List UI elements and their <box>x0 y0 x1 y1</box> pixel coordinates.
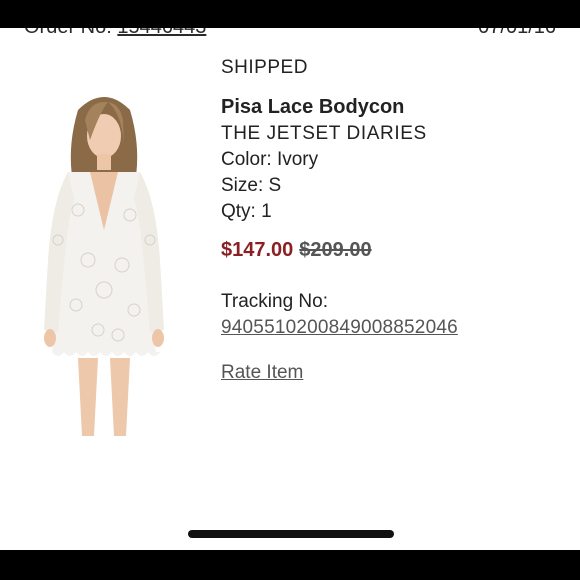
original-price: $209.00 <box>299 239 372 261</box>
tracking-number-link[interactable]: 9405510200849008852046 <box>221 317 458 339</box>
price-row: $147.00 $209.00 <box>221 239 372 262</box>
product-brand: THE JETSET DIARIES <box>221 123 427 144</box>
order-date: 07/01/16 <box>478 28 556 39</box>
rate-item-link[interactable]: Rate Item <box>221 362 303 384</box>
order-item-screen: Order No: 15446443 07/01/16 <box>0 28 580 550</box>
order-header-row: Order No: 15446443 07/01/16 <box>0 28 580 40</box>
home-indicator[interactable] <box>188 530 394 538</box>
product-size: Size: S <box>221 175 282 196</box>
order-number-line: Order No: 15446443 <box>24 28 206 39</box>
product-image[interactable] <box>38 90 170 440</box>
product-color: Color: Ivory <box>221 149 319 170</box>
order-number-label: Order No: <box>24 28 112 38</box>
tracking-label: Tracking No: <box>221 291 328 312</box>
product-quantity: Qty: 1 <box>221 201 272 222</box>
product-title[interactable]: Pisa Lace Bodycon <box>221 96 404 119</box>
order-number-link[interactable]: 15446443 <box>117 28 206 38</box>
shipping-status: SHIPPED <box>221 57 308 78</box>
sale-price: $147.00 <box>221 239 294 261</box>
